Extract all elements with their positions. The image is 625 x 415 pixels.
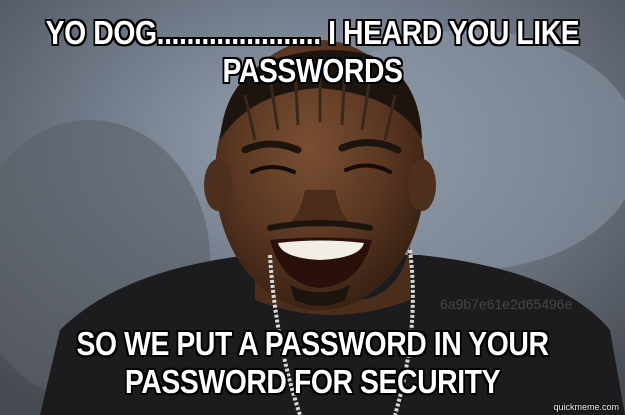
- right-ear: [408, 159, 436, 211]
- image-id-watermark: 6a9b7e61e2d65496e: [440, 296, 573, 312]
- meme-image: 6a9b7e61e2d65496e YO DOG................…: [0, 0, 625, 415]
- site-watermark: quickmeme.com: [553, 402, 619, 412]
- bottom-caption: SO WE PUT A PASSWORD IN YOUR PASSWORD FO…: [76, 325, 549, 400]
- top-caption: YO DOG...................... I HEARD YOU…: [45, 14, 580, 89]
- left-ear: [204, 159, 232, 211]
